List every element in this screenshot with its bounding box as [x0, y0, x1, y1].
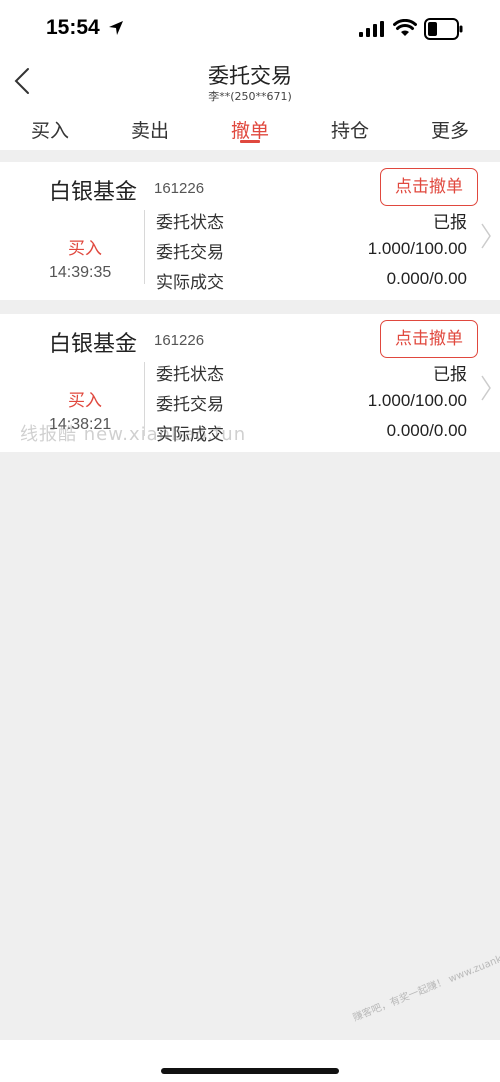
tab-sell[interactable]: 卖出 [110, 116, 190, 143]
page-title: 委托交易 [208, 64, 292, 88]
cellular-signal-icon [359, 21, 384, 37]
tab-more[interactable]: 更多 [410, 116, 490, 143]
status-value: 已报 [433, 365, 467, 385]
fund-code: 161226 [154, 180, 205, 197]
chevron-right-icon [481, 375, 491, 401]
watermark-text: 线报酷 new.xianbao.fun [20, 424, 247, 445]
tab-buy[interactable]: 买入 [10, 116, 90, 143]
active-tab-indicator [240, 140, 260, 143]
home-indicator[interactable] [161, 1068, 339, 1074]
bottom-safe-area [0, 1040, 500, 1082]
tab-cancel-order[interactable]: 撤单 [210, 116, 290, 143]
order-qty-label: 委托交易 [156, 395, 224, 415]
wifi-icon [393, 19, 417, 36]
filled-label: 实际成交 [156, 273, 224, 293]
status-time: 15:54 [46, 16, 100, 39]
fund-name: 白银基金 [49, 180, 138, 205]
nav-bar: 委托交易 李**(250**671) [0, 58, 500, 104]
order-side: 买入 [68, 391, 102, 411]
order-qty-label: 委托交易 [156, 243, 224, 263]
status-value: 已报 [433, 213, 467, 233]
filled-value: 0.000/0.00 [386, 269, 467, 288]
account-subtitle: 李**(250**671) [208, 90, 292, 103]
status-bar: 15:54 [0, 0, 500, 58]
fund-code: 161226 [154, 332, 205, 349]
status-label: 委托状态 [156, 213, 224, 233]
order-time: 14:39:35 [49, 264, 112, 281]
tab-positions[interactable]: 持仓 [310, 116, 390, 143]
cancel-order-button[interactable]: 点击撤单 [380, 320, 478, 358]
chevron-right-icon [481, 223, 491, 249]
trade-tabs: 买入 卖出 撤单 持仓 更多 [0, 104, 500, 150]
cancel-order-button[interactable]: 点击撤单 [380, 168, 478, 206]
order-qty-value: 1.000/100.00 [367, 239, 467, 258]
order-card[interactable]: 白银基金 161226 点击撤单 买入 14:39:35 委托状态 已报 委托交… [0, 162, 500, 300]
location-arrow-icon [109, 21, 123, 35]
corner-watermark: 赚客吧，有奖一起赚！ www.zuanke8.com [351, 940, 500, 1024]
divider [144, 210, 145, 284]
status-label: 委托状态 [156, 365, 224, 385]
order-side: 买入 [68, 239, 102, 259]
filled-value: 0.000/0.00 [386, 421, 467, 440]
fund-name: 白银基金 [49, 332, 138, 357]
order-qty-value: 1.000/100.00 [367, 391, 467, 410]
battery-icon [424, 18, 463, 40]
